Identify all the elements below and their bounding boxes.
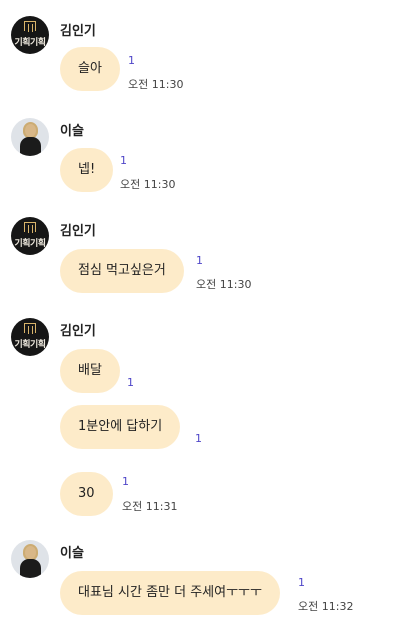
- logo-mark-icon: [24, 323, 36, 334]
- unread-count: 1: [298, 576, 305, 589]
- avatar-face: [25, 124, 36, 137]
- sender-name: 이슬: [60, 546, 84, 561]
- sender-avatar[interactable]: 기획기획: [11, 16, 49, 54]
- avatar-body: [20, 559, 41, 578]
- avatar-body: [20, 137, 41, 156]
- sender-name: 김인기: [60, 224, 96, 239]
- message-bubble[interactable]: 30: [60, 472, 113, 516]
- message-time: 오전 11:32: [298, 600, 354, 613]
- unread-count: 1: [128, 54, 135, 67]
- unread-count: 1: [120, 154, 127, 167]
- unread-count: 1: [122, 475, 129, 488]
- unread-count: 1: [195, 432, 202, 445]
- message-time: 오전 11:30: [128, 78, 184, 91]
- logo-text: 기획기획: [14, 239, 46, 249]
- unread-count: 1: [196, 254, 203, 267]
- sender-avatar[interactable]: [11, 540, 49, 578]
- sender-name: 김인기: [60, 24, 96, 39]
- logo-mark-icon: [24, 222, 36, 233]
- message-time: 오전 11:31: [122, 500, 178, 513]
- message-time: 오전 11:30: [120, 178, 176, 191]
- message-bubble[interactable]: 대표님 시간 좀만 더 주세여ㅜㅜㅜ: [60, 571, 280, 615]
- logo-mark-icon: [24, 21, 36, 32]
- message-bubble[interactable]: 점심 먹고싶은거: [60, 249, 184, 293]
- logo-text: 기획기획: [14, 38, 46, 48]
- message-bubble[interactable]: 슬아: [60, 47, 120, 91]
- message-bubble[interactable]: 1분안에 답하기: [60, 405, 181, 449]
- message-time: 오전 11:30: [196, 278, 252, 291]
- sender-avatar[interactable]: [11, 118, 49, 156]
- sender-name: 김인기: [60, 324, 96, 339]
- unread-count: 1: [127, 376, 134, 389]
- chat-thread: 기획기획 김인기 슬아 1 오전 11:30 이슬 넵! 1 오전 11:30 …: [0, 0, 419, 632]
- sender-name: 이슬: [60, 124, 84, 139]
- message-bubble[interactable]: 넵!: [60, 148, 114, 192]
- logo-text: 기획기획: [14, 340, 46, 350]
- message-bubble[interactable]: 배달: [60, 349, 120, 393]
- sender-avatar[interactable]: 기획기획: [11, 318, 49, 356]
- avatar-face: [25, 546, 36, 559]
- sender-avatar[interactable]: 기획기획: [11, 217, 49, 255]
